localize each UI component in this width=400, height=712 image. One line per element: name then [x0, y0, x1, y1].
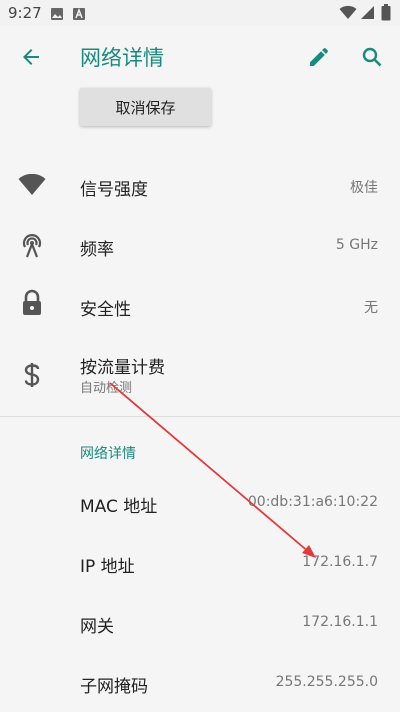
ip-label: IP 地址 [80, 557, 135, 577]
lock-icon [18, 289, 46, 317]
gateway-row: 网关 172.16.1.1 [0, 592, 400, 652]
security-label: 安全性 [80, 300, 131, 320]
frequency-row: 频率 5 GHz [0, 215, 400, 275]
subnet-row: 子网掩码 255.255.255.0 [0, 652, 400, 712]
security-value: 无 [364, 300, 378, 316]
divider [0, 416, 400, 417]
metered-label: 按流量计费 [80, 358, 165, 378]
mac-row: MAC 地址 00:db:31:a6:10:22 [0, 472, 400, 532]
edit-button[interactable] [302, 40, 336, 74]
pencil-icon [310, 47, 328, 66]
status-bar: 9:27 [0, 0, 400, 26]
section-title: 网络详情 [80, 446, 136, 462]
signal-strength-value: 极佳 [350, 180, 378, 196]
back-button[interactable] [14, 40, 48, 74]
signal-icon [360, 5, 375, 24]
arrow-left-icon [23, 49, 39, 65]
security-row: 安全性 无 [0, 275, 400, 335]
subnet-label: 子网掩码 [80, 677, 148, 697]
app-toolbar: 网络详情 [0, 26, 400, 88]
page-title: 网络详情 [80, 46, 164, 70]
mac-value: 00:db:31:a6:10:22 [247, 494, 378, 510]
gateway-label: 网关 [80, 617, 114, 637]
wifi-icon [339, 5, 357, 24]
frequency-value: 5 GHz [335, 237, 378, 253]
image-icon [50, 6, 64, 25]
subnet-value: 255.255.255.0 [275, 674, 378, 690]
metered-row[interactable]: 按流量计费 自动检测 [0, 345, 400, 401]
ip-value: 172.16.1.7 [302, 554, 378, 570]
signal-strength-row: 信号强度 极佳 [0, 155, 400, 215]
metered-sub: 自动检测 [80, 381, 133, 396]
cancel-save-button[interactable]: 取消保存 [80, 88, 211, 126]
a-box-icon [72, 6, 86, 25]
status-time: 9:27 [8, 4, 42, 22]
search-icon [362, 47, 382, 67]
broadcast-icon [18, 231, 46, 259]
gateway-value: 172.16.1.1 [302, 614, 378, 630]
search-button[interactable] [355, 40, 389, 74]
signal-strength-label: 信号强度 [80, 180, 148, 200]
wifi-signal-icon [18, 171, 46, 199]
ip-row: IP 地址 172.16.1.7 [0, 532, 400, 592]
mac-label: MAC 地址 [80, 497, 158, 517]
dollar-icon [18, 361, 46, 389]
battery-icon [381, 4, 391, 25]
frequency-label: 频率 [80, 240, 114, 260]
